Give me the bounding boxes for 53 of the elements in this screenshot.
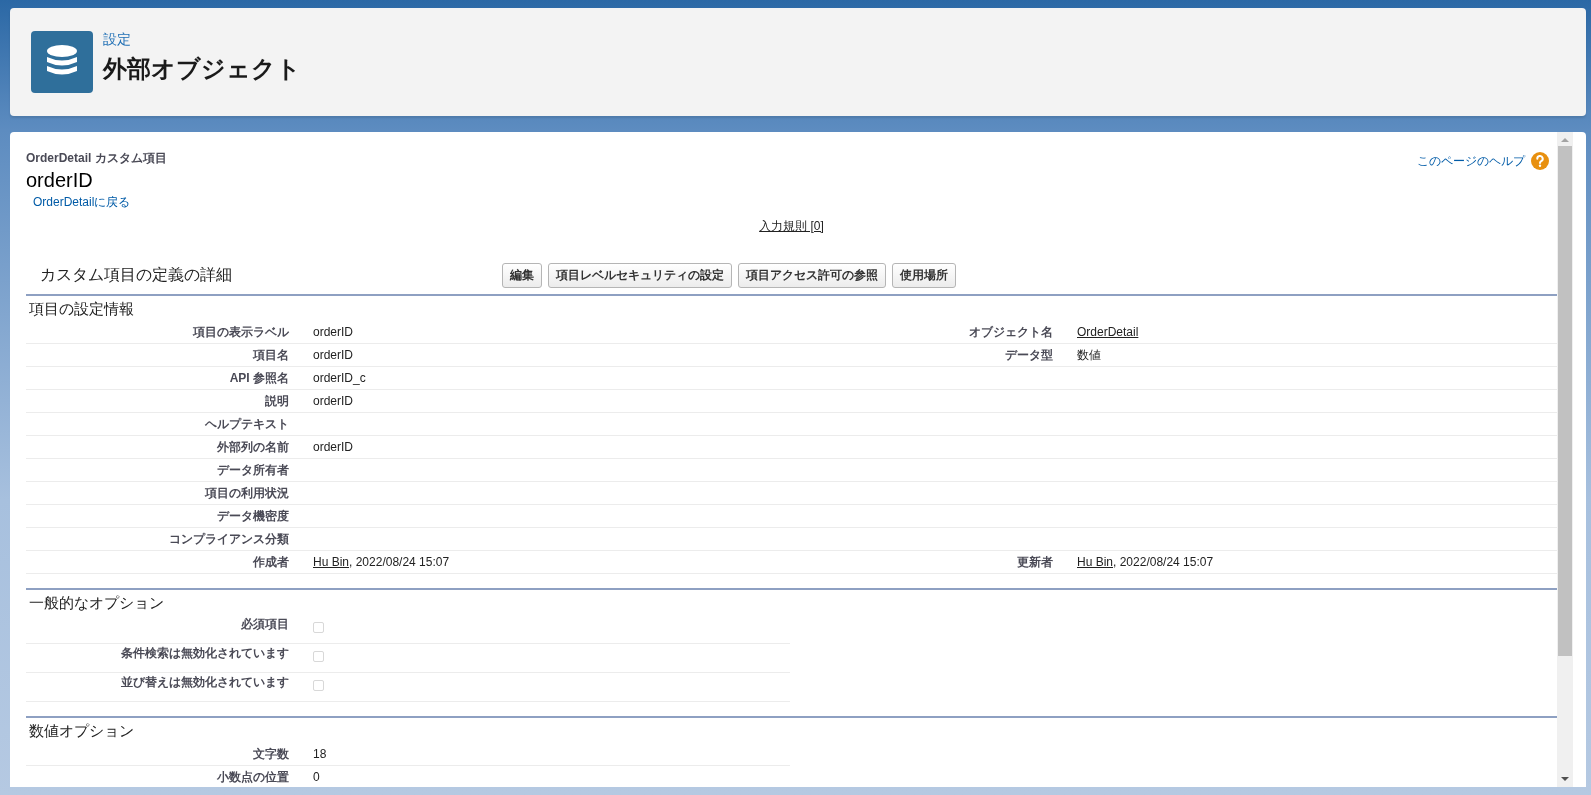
- field-value: Hu Bin, 2022/08/24 15:07: [313, 555, 450, 569]
- field-value: 0: [313, 770, 320, 784]
- related-list-link[interactable]: 入力規則 [0]: [759, 219, 824, 233]
- field-value: orderID: [313, 394, 353, 408]
- field-label: オブジェクト名: [969, 325, 1053, 339]
- field-label: データ機密度: [217, 509, 289, 523]
- field-label: コンプライアンス分類: [169, 532, 289, 546]
- field-label: 小数点の位置: [217, 770, 289, 784]
- checkbox[interactable]: [313, 622, 324, 633]
- field-value: Hu Bin, 2022/08/24 15:07: [1077, 555, 1214, 569]
- object-label: OrderDetail カスタム項目: [26, 150, 167, 167]
- field-label: 項目名: [253, 348, 289, 362]
- database-icon: [31, 31, 93, 93]
- section-title: 数値オプション: [28, 721, 135, 741]
- action-button[interactable]: 項目アクセス許可の参照: [738, 263, 886, 288]
- page-title: 外部オブジェクト: [103, 54, 301, 84]
- action-button[interactable]: 項目レベルセキュリティの設定: [548, 263, 732, 288]
- field-label: ヘルプテキスト: [205, 417, 289, 431]
- scrollbar[interactable]: [1557, 132, 1573, 787]
- section-heading: カスタム項目の定義の詳細: [39, 265, 233, 285]
- record-link[interactable]: OrderDetail: [1077, 325, 1139, 339]
- field-value: orderID: [313, 348, 353, 362]
- field-label: 項目の利用状況: [205, 486, 289, 500]
- field-label: 並び替えは無効化されています: [121, 675, 289, 689]
- field-value: 数値: [1077, 348, 1101, 362]
- field-label: 説明: [265, 394, 289, 408]
- field-label: データ型: [1005, 348, 1053, 362]
- help-link[interactable]: このページのヘルプ: [1417, 152, 1525, 170]
- field-label: 文字数: [253, 747, 289, 761]
- field-label: 必須項目: [241, 617, 289, 631]
- checkbox[interactable]: [313, 680, 324, 691]
- record-link[interactable]: Hu Bin: [1077, 555, 1114, 569]
- field-label: データ所有者: [217, 463, 289, 477]
- checkbox[interactable]: [313, 651, 324, 662]
- action-button[interactable]: 編集: [502, 263, 542, 288]
- action-button[interactable]: 使用場所: [892, 263, 956, 288]
- field-label: 項目の表示ラベル: [193, 325, 289, 339]
- record-title: orderID: [26, 168, 94, 192]
- field-value: orderID: [313, 440, 353, 454]
- back-link[interactable]: OrderDetailに戻る: [33, 194, 131, 211]
- section-title: 項目の設定情報: [28, 299, 135, 319]
- field-value: orderID: [313, 325, 353, 339]
- record-link[interactable]: Hu Bin: [313, 555, 350, 569]
- field-label: 更新者: [1017, 555, 1053, 569]
- field-label: 作成者: [253, 555, 289, 569]
- breadcrumb-link[interactable]: 設定: [103, 31, 131, 49]
- field-label: 外部列の名前: [217, 440, 289, 454]
- field-value: 18: [313, 747, 327, 761]
- field-label: API 参照名: [229, 371, 289, 385]
- field-label: 条件検索は無効化されています: [121, 646, 289, 660]
- section-title: 一般的なオプション: [28, 593, 165, 613]
- help-icon[interactable]: [1531, 152, 1549, 170]
- field-value: orderID_c: [313, 371, 366, 385]
